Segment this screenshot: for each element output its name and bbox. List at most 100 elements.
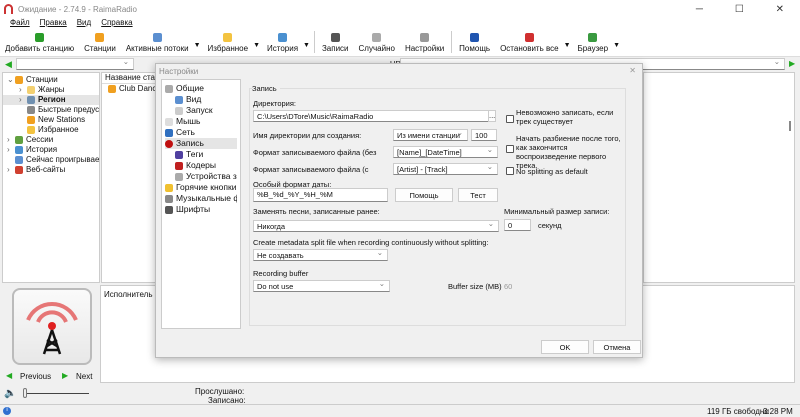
test-button[interactable]: Тест (458, 188, 498, 202)
toolbar-button[interactable]: Избранное (208, 33, 248, 53)
min-size-input[interactable]: 0 (504, 219, 531, 231)
tree-item[interactable]: Избранное (3, 125, 99, 135)
settings-tree-item[interactable]: Мышь (165, 116, 237, 127)
volume-icon[interactable]: 🔈 (4, 388, 16, 399)
ok-button[interactable]: OK (541, 340, 589, 354)
previous-icon[interactable]: ◀ (6, 371, 12, 380)
toolbar-label: Записи (321, 44, 349, 53)
close-button[interactable]: ✕ (776, 4, 784, 15)
settings-tree-item[interactable]: Общие (165, 83, 237, 94)
toolbar-separator (313, 31, 315, 53)
expander-icon[interactable]: › (7, 145, 15, 155)
settings-tree-item[interactable]: Музыкальные файлы (165, 193, 237, 204)
tree-item[interactable]: Быстрые предустановки (3, 105, 99, 115)
settings-item-label: Теги (186, 149, 204, 159)
settings-item-icon (175, 172, 183, 181)
menu-item[interactable]: Вид (77, 18, 91, 27)
toolbar-icon (420, 33, 430, 42)
tree-item[interactable]: › Веб-сайты (3, 165, 99, 175)
window-title: Ожидание - 2.74.9 - RaimaRadio (18, 5, 137, 14)
dropdown-arrow-icon[interactable]: ▼ (303, 42, 310, 49)
expander-icon[interactable]: › (7, 165, 15, 175)
directory-input[interactable]: C:\Users\DTore\Music\RaimaRadio (253, 110, 493, 122)
toolbar-button[interactable]: Станции (84, 33, 116, 53)
dialog-close-button[interactable]: ✕ (629, 66, 636, 75)
split-after-first-checkbox[interactable] (506, 145, 514, 153)
volume-slider[interactable] (24, 393, 89, 394)
volume-thumb[interactable] (23, 388, 27, 398)
group-title: Запись (252, 84, 280, 93)
next-icon[interactable]: ▶ (62, 371, 68, 380)
help-button[interactable]: Помощь (395, 188, 453, 202)
toolbar-button[interactable]: Активные потоки (126, 33, 189, 53)
toolbar-button[interactable]: Помощь (459, 33, 490, 53)
settings-tree-item[interactable]: Запуск (165, 105, 237, 116)
settings-tree-item[interactable]: Кодеры (165, 160, 237, 171)
dirname-select[interactable]: Из имени станции (393, 129, 468, 141)
menu-item[interactable]: Справка (101, 18, 132, 27)
metadata-select[interactable]: Не создавать (253, 249, 388, 261)
tree-item-label: Станции (26, 75, 58, 84)
format1-label: Формат записываемого файла (без (253, 148, 377, 157)
scrollbar[interactable] (789, 121, 791, 131)
toolbar-button[interactable]: История (267, 33, 298, 53)
toolbar-button[interactable]: Добавить станцию (5, 33, 74, 53)
no-splitting-checkbox[interactable] (506, 167, 514, 175)
toolbar-button[interactable]: Настройки (405, 33, 444, 53)
list-item[interactable]: Club Dance 101 (105, 84, 156, 95)
browse-button[interactable]: ... (488, 110, 496, 122)
expander-icon[interactable]: ⌄ (7, 75, 15, 85)
minimize-button[interactable]: ─ (696, 4, 703, 15)
buffer-size-value[interactable]: 60 (504, 282, 512, 291)
dropdown-arrow-icon[interactable]: ▼ (613, 42, 620, 49)
expander-icon[interactable]: › (7, 135, 15, 145)
date-format-input[interactable]: %B_%d_%Y_%H_%M (253, 188, 388, 202)
expander-icon[interactable]: › (19, 95, 27, 105)
menu-item[interactable]: Правка (40, 18, 67, 27)
maximize-button[interactable]: ☐ (735, 4, 744, 15)
tree-item[interactable]: Сейчас проигрывается (3, 155, 99, 165)
tree-item-icon (15, 75, 23, 84)
format1-select[interactable]: [Name]_[DateTime] (393, 146, 498, 158)
toolbar-button[interactable]: Остановить все (500, 33, 559, 53)
buffer-select[interactable]: Do not use (253, 280, 390, 292)
settings-tree-item[interactable]: Устройства записи (165, 171, 237, 182)
menu-item[interactable]: Файл (10, 18, 30, 27)
expander-icon[interactable]: › (19, 85, 27, 95)
tree-item[interactable]: ⌄ Станции (3, 75, 99, 85)
tree-item-label: Быстрые предустановки (38, 105, 99, 114)
toolbar-button[interactable]: Браузер (578, 33, 608, 53)
dropdown-arrow-icon[interactable]: ▼ (564, 42, 571, 49)
settings-tree-item[interactable]: Горячие кнопки (165, 182, 237, 193)
tree-item[interactable]: › Сессии (3, 135, 99, 145)
back-icon[interactable]: ◀ (5, 59, 12, 70)
station-combo[interactable] (16, 58, 134, 70)
tree-item[interactable]: › Регион (3, 95, 99, 105)
tree-item-icon (15, 155, 23, 164)
settings-tree-item[interactable]: Теги (165, 149, 237, 160)
tree-item[interactable]: › Жанры (3, 85, 99, 95)
toolbar-label: Активные потоки (125, 44, 189, 53)
settings-tree-item[interactable]: Вид (165, 94, 237, 105)
dirname-number[interactable]: 100 (471, 129, 497, 141)
replace-select[interactable]: Никогда (253, 220, 499, 232)
settings-item-label: Общие (176, 83, 204, 93)
column-header[interactable]: Название станции (102, 73, 156, 84)
toolbar-button[interactable]: Случайно (359, 33, 395, 53)
settings-tree-item[interactable]: Запись (165, 138, 237, 149)
tree-item[interactable]: › История (3, 145, 99, 155)
settings-tree-item[interactable]: Сеть (165, 127, 237, 138)
dropdown-arrow-icon[interactable]: ▼ (253, 42, 260, 49)
tree-item-icon (27, 85, 35, 94)
dropdown-arrow-icon[interactable]: ▼ (194, 42, 201, 49)
settings-item-icon (175, 150, 183, 159)
toolbar-button[interactable]: Записи (322, 33, 349, 53)
cancel-button[interactable]: Отмена (593, 340, 641, 354)
settings-tree-item[interactable]: Шрифты (165, 204, 237, 215)
previous-button[interactable]: Previous (20, 372, 51, 381)
next-button[interactable]: Next (76, 372, 92, 381)
tree-item[interactable]: New Stations (3, 115, 99, 125)
play-icon[interactable]: ▶ (789, 59, 795, 68)
format2-select[interactable]: [Artist] - [Track] (393, 163, 498, 175)
skip-existing-checkbox[interactable] (506, 115, 514, 123)
